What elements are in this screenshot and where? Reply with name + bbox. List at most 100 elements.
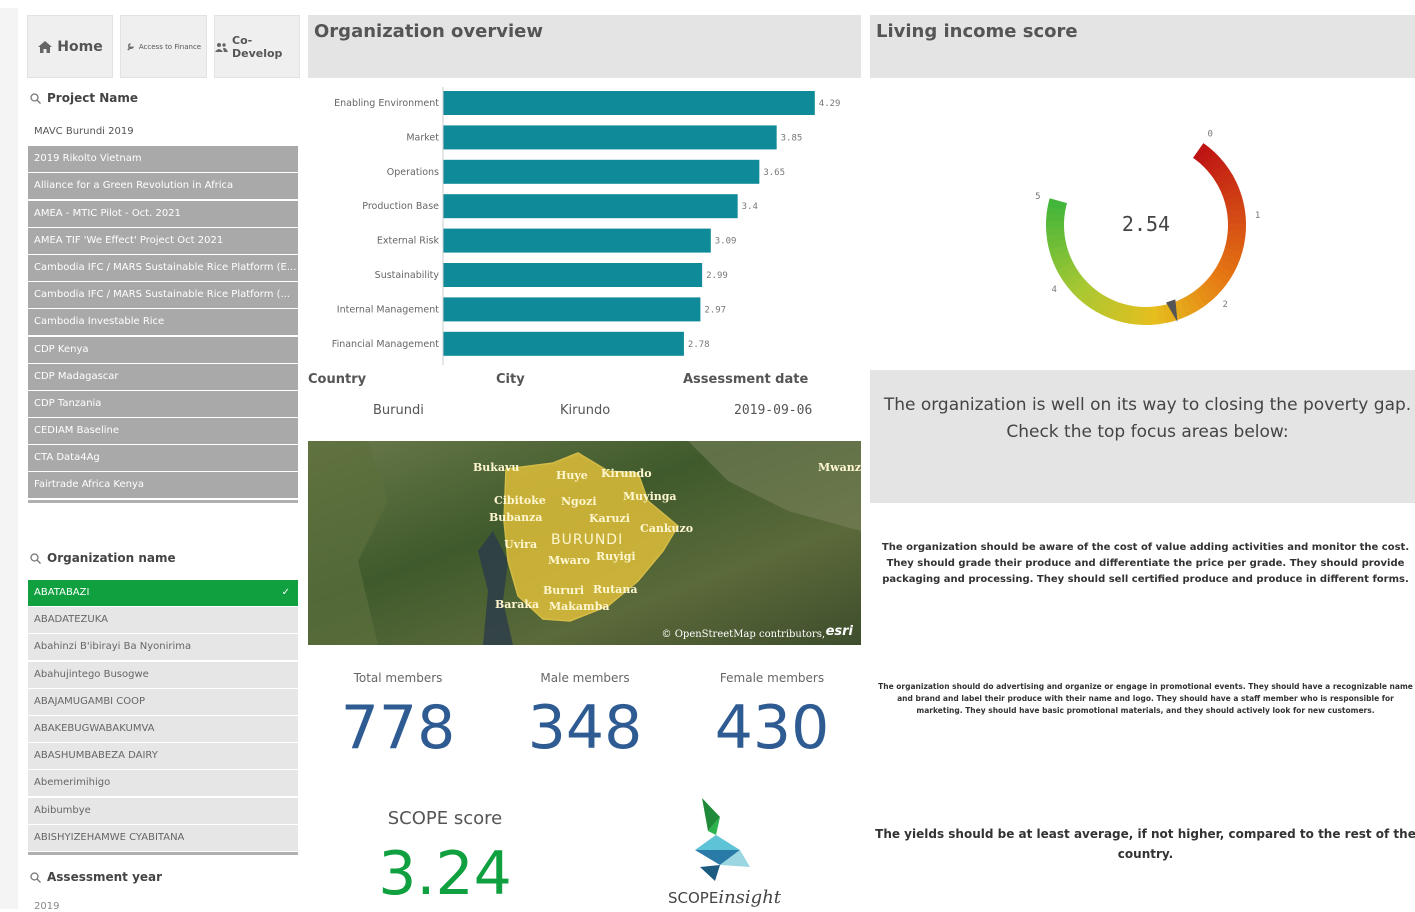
org-list-scroll-edge: [28, 852, 298, 855]
focus-area-2: The organization should do advertising a…: [878, 682, 1413, 715]
organization-list-item-selected[interactable]: ABATABAZI ✓: [28, 580, 298, 606]
map-place-label: Karuzi: [589, 512, 630, 525]
message-line-2: Check the top focus areas below:: [1006, 422, 1289, 442]
search-icon: [30, 92, 41, 104]
gauge-tick-label: 5: [1035, 192, 1040, 202]
map-place-label: Bubanza: [489, 511, 543, 524]
organization-name-label: Organization name: [47, 551, 176, 565]
organization-list-item[interactable]: ABAJAMUGAMBI COOP: [28, 688, 298, 715]
city-value: Kirundo: [560, 403, 611, 418]
gauge-arc-segment: [1143, 306, 1152, 325]
map-place-label: Kirundo: [601, 467, 652, 480]
co-develop-button[interactable]: Co-Develop: [214, 15, 300, 78]
bar-value-label: 3.4: [742, 202, 758, 212]
organization-list-item[interactable]: ABISHYIZEHAMWE CYABITANA: [28, 824, 298, 851]
living-income-score-title: Living income score: [870, 15, 1415, 78]
map-place-label: Bukavu: [473, 461, 520, 474]
map-place-label: Makamba: [549, 600, 610, 613]
bar[interactable]: [443, 91, 815, 115]
map-place-label: Mwanza: [818, 461, 861, 474]
home-button[interactable]: Home: [27, 15, 113, 78]
map-place-label: Uvira: [504, 538, 538, 551]
bar[interactable]: [443, 194, 738, 219]
bar[interactable]: [443, 263, 703, 287]
scope-insight-bird-icon: [695, 798, 750, 881]
organization-overview-title: Organization overview: [308, 15, 861, 78]
focus-area-1: The organization should be aware of the …: [881, 542, 1410, 585]
project-name-filter-header[interactable]: Project Name: [30, 91, 138, 105]
bar[interactable]: [443, 331, 684, 356]
pillar-score-bar-chart: Enabling Environment 4.29 Market 3.85 Operat…: [332, 87, 841, 365]
top-border: [0, 0, 1415, 8]
organization-list-item[interactable]: Abibumbye: [28, 797, 298, 824]
map-attribution: © OpenStreetMap contributors,: [661, 629, 825, 640]
assessment-date-label: Assessment date: [683, 372, 809, 387]
project-list-item[interactable]: Alliance for a Green Revolution in Afric…: [28, 173, 298, 200]
organization-list-item[interactable]: ABASHUMBABEZA DAIRY: [28, 743, 298, 770]
scope-score-value: 3.24: [378, 839, 512, 909]
search-icon: [30, 552, 41, 564]
esri-logo: esri: [825, 624, 853, 639]
bar-category-label: Financial Management: [332, 339, 439, 350]
country-value: Burundi: [373, 403, 424, 418]
users-icon: [215, 42, 228, 52]
map-place-label: BURUNDI: [551, 532, 624, 548]
home-label: Home: [57, 38, 103, 55]
male-members-label: Male members: [540, 671, 630, 685]
project-list-item[interactable]: CDP Tanzania: [28, 390, 298, 417]
assessment-date-value: 2019-09-06: [734, 403, 813, 418]
bar[interactable]: [443, 297, 701, 322]
total-members-label: Total members: [353, 671, 443, 685]
organization-list-item[interactable]: ABAKEBUGWABAKUMVA: [28, 715, 298, 742]
bar-value-label: 4.29: [819, 99, 841, 109]
assessment-year-item[interactable]: 2019: [34, 901, 59, 912]
bar-category-label: Production Base: [362, 201, 439, 212]
project-name-list: MAVC Burundi 2019 2019 Rikolto Vietnam All…: [28, 119, 298, 500]
project-list-item[interactable]: CEDIAM Baseline: [28, 418, 298, 445]
home-icon: [38, 40, 53, 53]
bar[interactable]: [443, 159, 760, 184]
project-list-item[interactable]: CDP Kenya: [28, 336, 298, 363]
assessment-year-filter-header[interactable]: Assessment year: [30, 870, 162, 884]
access-to-finance-button[interactable]: Access to Finance: [120, 15, 207, 78]
message-line-1: The organization is well on its way to c…: [883, 395, 1412, 415]
wrench-icon: [127, 43, 134, 51]
project-list-item[interactable]: Cambodia IFC / MARS Sustainable Rice Pla…: [28, 282, 298, 309]
bar-value-label: 3.65: [763, 168, 785, 178]
bar-category-label: Operations: [387, 167, 439, 178]
map-place-label: Bururi: [543, 584, 585, 597]
living-income-gauge: 0123452.54: [1035, 129, 1260, 325]
project-list-item[interactable]: AMEA - MTIC Pilot - Oct. 2021: [28, 200, 298, 227]
bar[interactable]: [443, 228, 711, 253]
insight-logo-text: insight: [718, 887, 782, 908]
search-icon: [30, 871, 41, 883]
project-list-item[interactable]: AMEA TIF 'We Effect' Project Oct 2021: [28, 227, 298, 254]
bar-category-label: Internal Management: [337, 304, 439, 315]
location-map[interactable]: Bukavu Huye Kirundo Mwanza Cibitoke Ngozi Muyi…: [308, 441, 861, 645]
project-list-item[interactable]: MAVC Burundi 2019: [28, 119, 298, 145]
scope-logo-text: SCOPE: [668, 889, 719, 907]
map-place-label: Ruyigi: [596, 550, 636, 563]
bar-value-label: 3.85: [781, 133, 803, 143]
project-list-item[interactable]: CDP Madagascar: [28, 363, 298, 390]
map-place-label: Muyinga: [623, 490, 677, 503]
check-icon: ✓: [281, 587, 290, 598]
project-list-item[interactable]: 2019 Rikolto Vietnam: [28, 146, 298, 173]
organization-list-item[interactable]: Abahujintego Busogwe: [28, 661, 298, 688]
focus-area-3: The yields should be at least average, i…: [875, 827, 1415, 861]
co-develop-label: Co-Develop: [232, 33, 283, 60]
organization-list-item[interactable]: ABADATEZUKA: [28, 607, 298, 634]
bar[interactable]: [443, 125, 777, 150]
bar-value-label: 2.97: [704, 305, 726, 315]
organization-name-filter-header[interactable]: Organization name: [30, 551, 176, 565]
project-list-item[interactable]: Cambodia Investable Rice: [28, 309, 298, 336]
project-list-item[interactable]: CTA Data4Ag: [28, 445, 298, 472]
access-to-finance-label: Access to Finance: [138, 42, 202, 51]
map-place-label: Huye: [556, 469, 588, 482]
map-place-label: Cankuzo: [640, 522, 694, 535]
organization-list-item[interactable]: Abemerimihigo: [28, 770, 298, 797]
organization-list-item[interactable]: Abahinzi B'ibirayi Ba Nyonirima: [28, 634, 298, 661]
project-list-item[interactable]: Fairtrade Africa Kenya: [28, 472, 298, 499]
organization-name-list: ABATABAZI ✓ ABADATEZUKA Abahinzi B'ibirayi …: [28, 580, 298, 852]
project-list-item[interactable]: Cambodia IFC / MARS Sustainable Rice Pla…: [28, 254, 298, 281]
